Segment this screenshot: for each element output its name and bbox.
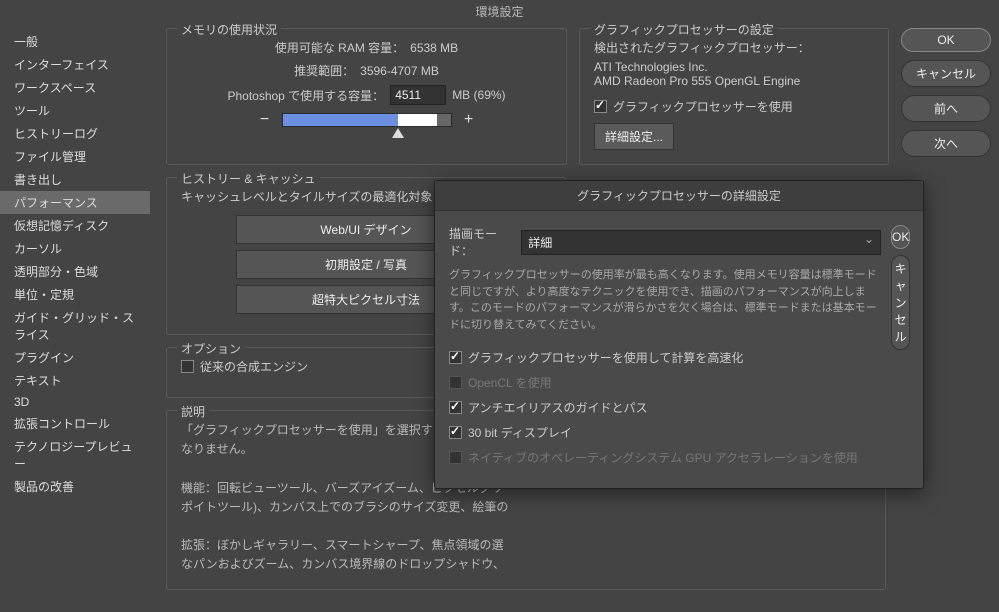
gpu-fieldset: グラフィックプロセッサーの設定 検出されたグラフィックプロセッサー： ATI T… <box>579 28 889 165</box>
sidebar-item-plugins[interactable]: プラグイン <box>0 346 150 369</box>
desc-line: 拡張：ぼかしギャラリー、スマートシャープ、焦点領域の選 <box>181 536 871 555</box>
antialias-checkbox[interactable] <box>449 401 462 414</box>
description-legend: 説明 <box>177 403 209 420</box>
sidebar-item-general[interactable]: 一般 <box>0 30 150 53</box>
modal-ok-button[interactable]: OK <box>891 225 910 249</box>
window-title: 環境設定 <box>0 0 999 24</box>
sidebar-item-scratch-disks[interactable]: 仮想記憶ディスク <box>0 214 150 237</box>
prev-button[interactable]: 前へ <box>901 95 991 122</box>
compute-accel-checkbox[interactable] <box>449 351 462 364</box>
gpu-advanced-modal: グラフィックプロセッサーの詳細設定 描画モード： 詳細 グラフィックプロセッサー… <box>434 180 924 489</box>
sidebar-item-history-log[interactable]: ヒストリーログ <box>0 122 150 145</box>
sidebar-item-export[interactable]: 書き出し <box>0 168 150 191</box>
ps-usage-unit: MB (69%) <box>452 88 505 102</box>
sidebar-item-type[interactable]: テキスト <box>0 369 150 392</box>
sidebar-item-performance[interactable]: パフォーマンス <box>0 191 150 214</box>
desc-line: なパンおよびズーム、カンバス境界線のドロップシャドウ、 <box>181 555 871 574</box>
30bit-label: 30 bit ディスプレイ <box>468 424 572 441</box>
sidebar-item-3d[interactable]: 3D <box>0 392 150 412</box>
drawing-mode-select[interactable]: 詳細 <box>521 230 881 255</box>
detected-gpu-label: 検出されたグラフィックプロセッサー： <box>594 39 874 56</box>
opencl-checkbox <box>449 376 462 389</box>
available-ram-label: 使用可能な RAM 容量： <box>275 39 404 56</box>
gpu-device: AMD Radeon Pro 555 OpenGL Engine <box>594 74 874 88</box>
memory-legend: メモリの使用状況 <box>177 21 281 38</box>
history-legend: ヒストリー & キャッシュ <box>177 170 320 187</box>
modal-cancel-button[interactable]: キャンセル <box>891 255 910 350</box>
desc-line: ポイトツール)、カンバス上でのブラシのサイズ変更、絵筆の <box>181 498 871 517</box>
antialias-label: アンチエイリアスのガイドとパス <box>468 399 648 416</box>
mode-description: グラフィックプロセッサーの使用率が最も高くなります。使用メモリ容量は標準モードと… <box>449 267 881 333</box>
cancel-button[interactable]: キャンセル <box>901 60 991 87</box>
sidebar-item-transparency[interactable]: 透明部分・色域 <box>0 260 150 283</box>
slider-plus-icon[interactable]: + <box>462 111 476 129</box>
sidebar-item-tools[interactable]: ツール <box>0 99 150 122</box>
slider-minus-icon[interactable]: − <box>258 111 272 129</box>
memory-slider[interactable] <box>282 113 452 127</box>
sidebar-item-workspace[interactable]: ワークスペース <box>0 76 150 99</box>
legacy-compositing-label: 従来の合成エンジン <box>200 358 308 375</box>
ps-usage-label: Photoshop で使用する容量： <box>227 87 384 104</box>
slider-thumb-icon[interactable] <box>392 128 404 138</box>
modal-title: グラフィックプロセッサーの詳細設定 <box>435 181 923 211</box>
legacy-compositing-checkbox[interactable] <box>181 360 194 373</box>
use-gpu-checkbox[interactable] <box>594 100 607 113</box>
sidebar-item-units[interactable]: 単位・定規 <box>0 283 150 306</box>
sidebar-item-product-improvement[interactable]: 製品の改善 <box>0 475 150 498</box>
sidebar-item-file-handling[interactable]: ファイル管理 <box>0 145 150 168</box>
sidebar-item-tech-preview[interactable]: テクノロジープレビュー <box>0 435 150 475</box>
ideal-range-label: 推奨範囲： <box>294 62 354 79</box>
native-gpu-checkbox <box>449 451 462 464</box>
sidebar-item-interface[interactable]: インターフェイス <box>0 53 150 76</box>
options-legend: オプション <box>177 340 245 357</box>
memory-fieldset: メモリの使用状況 使用可能な RAM 容量： 6538 MB 推奨範囲： 359… <box>166 28 567 165</box>
sidebar-item-cursors[interactable]: カーソル <box>0 237 150 260</box>
ps-usage-input[interactable] <box>390 85 446 105</box>
gpu-legend: グラフィックプロセッサーの設定 <box>590 21 778 38</box>
native-gpu-label: ネイティブのオペレーティングシステム GPU アクセラレーションを使用 <box>468 449 858 466</box>
opencl-label: OpenCL を使用 <box>468 374 552 391</box>
next-button[interactable]: 次へ <box>901 130 991 157</box>
use-gpu-label: グラフィックプロセッサーを使用 <box>613 98 793 115</box>
sidebar-item-enhanced-controls[interactable]: 拡張コントロール <box>0 412 150 435</box>
available-ram-value: 6538 MB <box>410 41 458 55</box>
sidebar-item-guides[interactable]: ガイド・グリッド・スライス <box>0 306 150 346</box>
30bit-checkbox[interactable] <box>449 426 462 439</box>
ideal-range-value: 3596-4707 MB <box>360 64 439 78</box>
gpu-vendor: ATI Technologies Inc. <box>594 60 874 74</box>
drawing-mode-label: 描画モード： <box>449 225 513 259</box>
compute-accel-label: グラフィックプロセッサーを使用して計算を高速化 <box>468 349 743 366</box>
gpu-advanced-button[interactable]: 詳細設定... <box>594 123 674 150</box>
ok-button[interactable]: OK <box>901 28 991 52</box>
sidebar: 一般 インターフェイス ワークスペース ツール ヒストリーログ ファイル管理 書… <box>0 24 150 612</box>
